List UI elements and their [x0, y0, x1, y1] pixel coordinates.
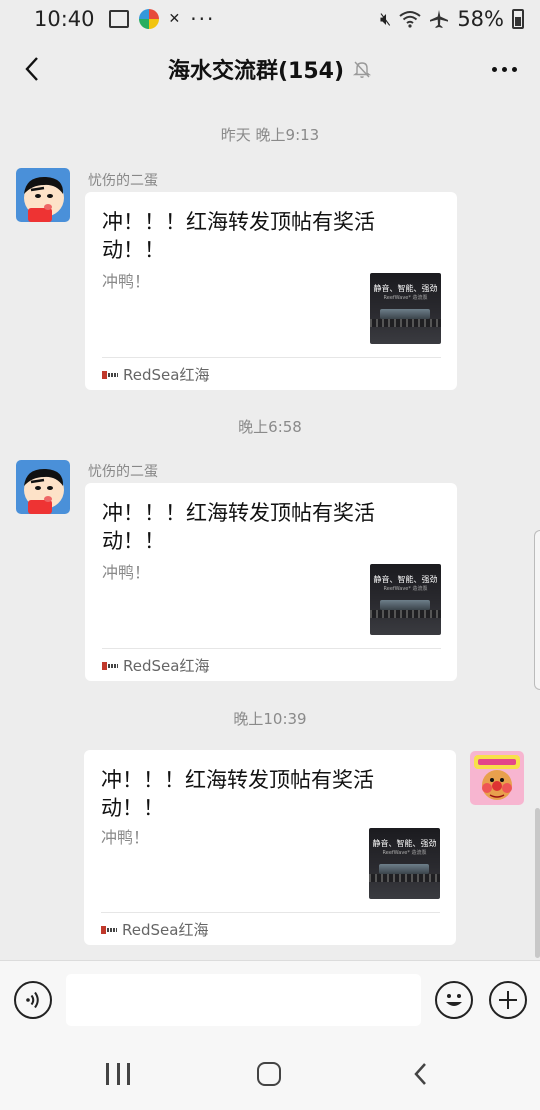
airplane-mode-icon — [430, 10, 449, 28]
line-icon — [127, 1063, 130, 1085]
wave-pump-image — [380, 600, 430, 610]
link-card-thumbnail: 静音、智能、强劲 ReefWave* 造流泵 — [370, 273, 441, 344]
dot-icon — [511, 66, 517, 72]
line-icon — [106, 1063, 109, 1085]
crayon-shin-chan-avatar-icon — [16, 460, 70, 514]
recent-apps-button[interactable] — [106, 1063, 130, 1085]
card-divider — [101, 912, 440, 913]
link-card-description: 冲鸭！ — [101, 828, 150, 847]
bell-muted-icon — [352, 61, 372, 78]
status-bar: 10:40 ✕ ··· 🔇︎ 58% — [0, 0, 540, 38]
chat-header: 海水交流群(154) — [0, 38, 540, 100]
back-button[interactable] — [14, 50, 50, 88]
redsea-logo-icon — [102, 370, 118, 379]
message-timestamp: 昨天 晚上9:13 — [220, 126, 320, 144]
source-name: RedSea红海 — [123, 366, 210, 384]
chat-message-list[interactable]: 昨天 晚上9:13 忧伤的二蛋 冲！！！红海转发顶帖有奖活动！！ 冲鸭！ 静音、… — [0, 100, 540, 960]
more-functions-button[interactable] — [489, 981, 527, 1019]
emoji-button[interactable] — [435, 981, 473, 1019]
source-name: RedSea红海 — [123, 657, 210, 675]
link-card[interactable]: 冲！！！红海转发顶帖有奖活动！！ 冲鸭！ 静音、智能、强劲 ReefWave* … — [84, 750, 456, 945]
link-card-source: RedSea红海 — [102, 655, 209, 676]
dot-icon — [501, 66, 507, 72]
thumbnail-headline: 静音、智能、强劲 — [372, 839, 437, 848]
app-notification-icon — [138, 9, 159, 29]
card-divider — [102, 648, 441, 649]
battery-icon — [512, 9, 524, 29]
crayon-shin-chan-avatar-icon — [16, 168, 70, 222]
game-notification-icon: ✕ — [168, 11, 181, 27]
chevron-left-icon — [414, 1063, 426, 1085]
link-card-thumbnail: 静音、智能、强劲 ReefWave* 造流泵 — [370, 564, 441, 635]
thumbnail-headline: 静音、智能、强劲 — [373, 284, 438, 293]
thumbnail-subline: ReefWave* 造流泵 — [383, 586, 428, 592]
mute-status-icon: 🔇︎ — [379, 8, 392, 30]
scrollbar-thumb[interactable] — [535, 808, 540, 958]
link-card-description: 冲鸭！ — [102, 272, 151, 291]
system-navigation-bar — [0, 1040, 540, 1110]
link-card-source: RedSea红海 — [101, 919, 208, 940]
line-icon — [116, 1063, 120, 1085]
link-card-thumbnail: 静音、智能、强劲 ReefWave* 造流泵 — [369, 828, 440, 899]
link-card[interactable]: 冲！！！红海转发顶帖有奖活动！！ 冲鸭！ 静音、智能、强劲 ReefWave* … — [85, 192, 457, 390]
redsea-logo-icon — [102, 661, 118, 670]
thumbnail-headline: 静音、智能、强劲 — [373, 575, 438, 584]
source-name: RedSea红海 — [122, 921, 209, 939]
link-card-description: 冲鸭！ — [102, 563, 151, 582]
redsea-logo-icon — [101, 925, 117, 934]
wave-pump-image — [380, 309, 430, 319]
message-timestamp: 晚上10:39 — [233, 710, 307, 728]
thumbnail-subline: ReefWave* 造流泵 — [383, 295, 428, 301]
wifi-icon — [399, 11, 421, 28]
grille-image — [370, 610, 441, 618]
gallery-notification-icon — [108, 10, 129, 28]
message-input-bar — [0, 960, 540, 1040]
chevron-left-icon — [25, 57, 38, 81]
link-card-source: RedSea红海 — [102, 364, 209, 385]
more-notifications-icon: ··· — [190, 7, 216, 31]
system-back-button[interactable] — [410, 1062, 434, 1086]
link-card-title: 冲！！！红海转发顶帖有奖活动！！ — [102, 501, 375, 553]
voice-icon — [26, 991, 39, 1009]
link-card-title: 冲！！！红海转发顶帖有奖活动！！ — [101, 768, 374, 820]
battery-percent: 58% — [457, 7, 504, 31]
my-avatar[interactable] — [470, 751, 524, 805]
dot-icon — [491, 66, 497, 72]
message-text-input[interactable] — [66, 974, 421, 1026]
chat-title: 海水交流群(154) — [167, 59, 345, 84]
avatar[interactable] — [16, 460, 70, 514]
more-options-button[interactable] — [484, 50, 524, 88]
grille-image — [369, 874, 440, 882]
anpanman-avatar-icon — [470, 751, 524, 805]
card-divider — [102, 357, 441, 358]
status-time: 10:40 — [34, 7, 95, 31]
thumbnail-subline: ReefWave* 造流泵 — [382, 850, 427, 856]
side-panel-handle[interactable] — [534, 530, 540, 690]
link-card-title: 冲！！！红海转发顶帖有奖活动！！ — [102, 210, 375, 262]
grille-image — [370, 319, 441, 327]
smiley-icon — [446, 994, 462, 1006]
link-card[interactable]: 冲！！！红海转发顶帖有奖活动！！ 冲鸭！ 静音、智能、强劲 ReefWave* … — [85, 483, 457, 681]
sender-name: 忧伤的二蛋 — [88, 464, 158, 480]
message-timestamp: 晚上6:58 — [238, 418, 302, 436]
home-button[interactable] — [257, 1062, 281, 1086]
avatar[interactable] — [16, 168, 70, 222]
wave-pump-image — [379, 864, 429, 874]
sender-name: 忧伤的二蛋 — [88, 173, 158, 189]
voice-input-button[interactable] — [14, 981, 52, 1019]
